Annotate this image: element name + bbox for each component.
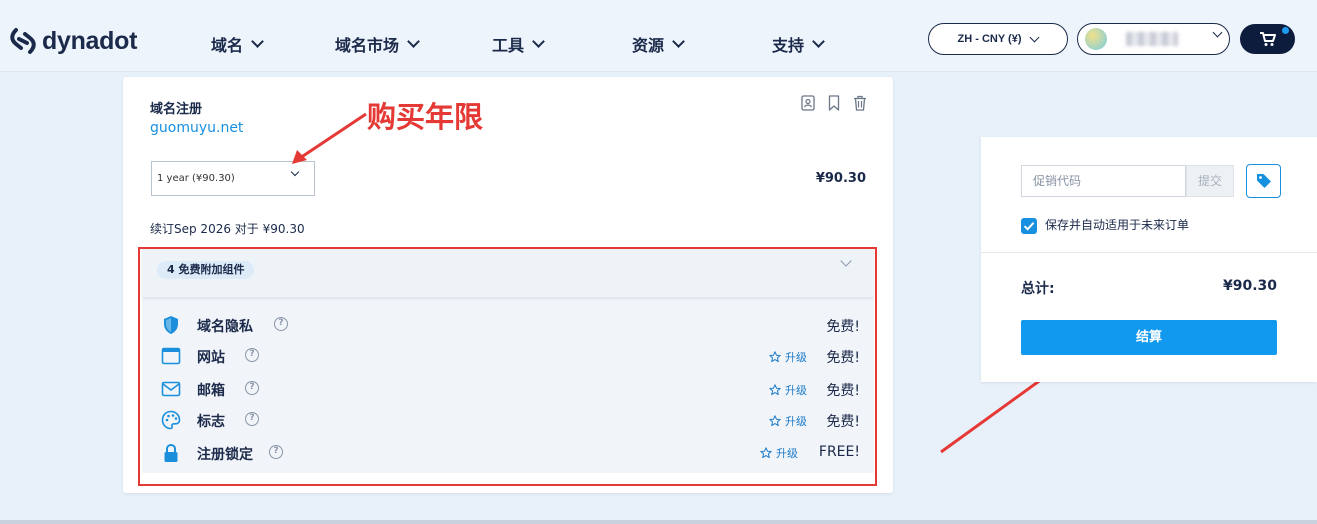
nav-marketplace[interactable]: 域名市场 bbox=[335, 32, 420, 56]
chevron-down-icon bbox=[407, 35, 420, 48]
chevron-down-icon bbox=[251, 35, 264, 48]
chevron-down-icon bbox=[1030, 32, 1040, 42]
order-summary-panel: 促销代码 提交 保存并自动适用于未来订单 总计: ¥90.30 结算 bbox=[981, 137, 1317, 382]
nav-marketplace-label: 域名市场 bbox=[335, 36, 400, 55]
checkmark-icon bbox=[1023, 222, 1035, 231]
nav-resources-label: 资源 bbox=[632, 36, 665, 55]
tag-icon bbox=[1257, 174, 1271, 188]
total-value: ¥90.30 bbox=[1222, 278, 1277, 294]
nav-support[interactable]: 支持 bbox=[772, 32, 825, 56]
blurred-username bbox=[1126, 32, 1178, 46]
chevron-down-icon bbox=[1212, 27, 1223, 38]
logo-text: dynadot bbox=[42, 26, 138, 55]
contact-icon[interactable] bbox=[801, 95, 815, 111]
save-promo-checkbox[interactable] bbox=[1021, 218, 1037, 234]
promo-submit-button[interactable]: 提交 bbox=[1186, 165, 1234, 197]
account-menu-button[interactable] bbox=[1077, 23, 1230, 55]
cart-button[interactable] bbox=[1240, 24, 1295, 54]
language-currency-button[interactable]: ZH - CNY (¥) bbox=[928, 23, 1068, 55]
nav-resources[interactable]: 资源 bbox=[632, 32, 685, 56]
checkout-button[interactable]: 结算 bbox=[1021, 320, 1277, 355]
bottom-divider bbox=[0, 520, 1317, 524]
item-actions bbox=[801, 95, 867, 111]
chevron-down-icon bbox=[672, 35, 685, 48]
avatar bbox=[1085, 28, 1107, 50]
annotation-text: 购买年限 bbox=[367, 100, 484, 134]
nav-domains-label: 域名 bbox=[211, 36, 244, 55]
coupon-tag-button[interactable] bbox=[1246, 164, 1281, 198]
promo-code-input[interactable]: 促销代码 bbox=[1021, 165, 1186, 197]
save-promo-label: 保存并自动适用于未来订单 bbox=[1045, 218, 1190, 232]
item-price: ¥90.30 bbox=[815, 171, 866, 186]
item-title: 域名注册 bbox=[150, 102, 203, 117]
top-header: dynadot 域名 域名市场 工具 资源 支持 ZH - CNY (¥) bbox=[0, 0, 1317, 72]
cart-notification-dot bbox=[1282, 27, 1289, 34]
language-currency-label: ZH - CNY (¥) bbox=[957, 33, 1022, 45]
chevron-down-icon bbox=[812, 35, 825, 48]
trash-icon[interactable] bbox=[853, 95, 867, 111]
chevron-down-icon bbox=[532, 35, 545, 48]
total-label: 总计: bbox=[1021, 281, 1055, 297]
divider bbox=[981, 252, 1317, 253]
nav-domains[interactable]: 域名 bbox=[211, 32, 264, 56]
renewal-text: 续订Sep 2026 对于 ¥90.30 bbox=[150, 222, 305, 236]
annotation-highlight-box bbox=[138, 247, 877, 486]
domain-link[interactable]: guomuyu.net bbox=[150, 120, 243, 136]
annotation-arrow-icon bbox=[292, 112, 367, 164]
nav-tools-label: 工具 bbox=[492, 36, 525, 55]
nav-support-label: 支持 bbox=[772, 36, 805, 55]
cart-icon bbox=[1260, 32, 1276, 46]
term-select-value: 1 year (¥90.30) bbox=[157, 173, 235, 184]
dynadot-logo[interactable]: dynadot bbox=[8, 26, 137, 56]
nav-tools[interactable]: 工具 bbox=[492, 32, 545, 56]
bookmark-icon[interactable] bbox=[827, 95, 841, 111]
dynadot-logo-icon bbox=[10, 28, 36, 54]
